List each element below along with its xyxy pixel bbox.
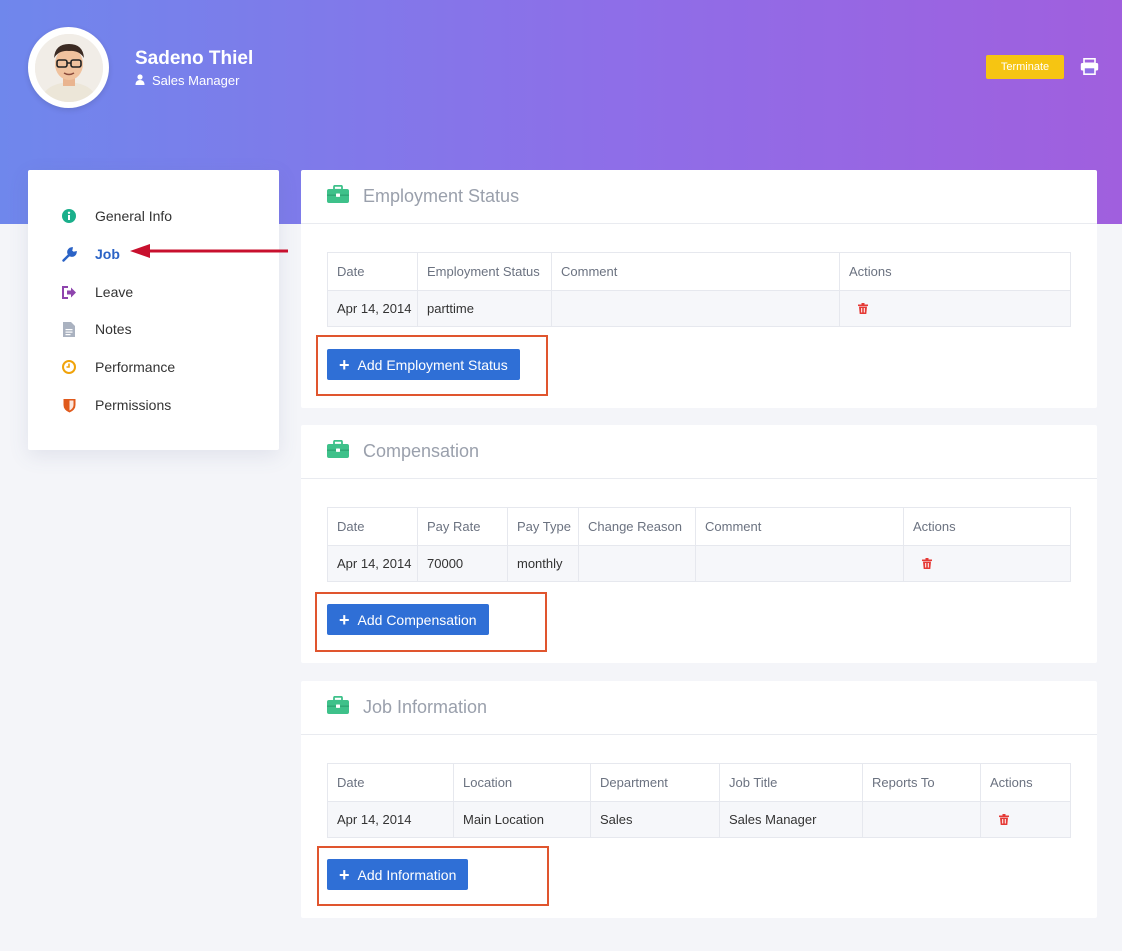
column-header: Comment	[695, 507, 904, 546]
sidebar-item-general-info[interactable]: General Info	[60, 204, 172, 228]
compensation-table: Date Pay Rate Pay Type Change Reason Com…	[327, 507, 1071, 582]
column-header: Actions	[839, 252, 1071, 291]
sidebar-item-label: Job	[95, 246, 120, 262]
profile-role-label: Sales Manager	[152, 73, 240, 88]
terminate-button[interactable]: Terminate	[986, 55, 1064, 79]
cell-actions	[839, 290, 1071, 327]
sidebar-item-performance[interactable]: Performance	[60, 355, 175, 379]
add-employment-status-button[interactable]: + Add Employment Status	[327, 349, 520, 380]
card-title: Compensation	[363, 441, 480, 461]
cell-employment-status: parttime	[417, 290, 552, 327]
compensation-card: Compensation Date Pay Rate Pay Type Chan…	[301, 425, 1097, 663]
sidebar-item-label: General Info	[95, 208, 173, 224]
cell-change-reason	[578, 545, 696, 582]
plus-icon: +	[339, 354, 350, 375]
sidebar-item-job[interactable]: Job	[60, 242, 120, 266]
button-label: Add Information	[357, 866, 457, 883]
column-header: Pay Type	[507, 507, 579, 546]
briefcase-icon	[327, 184, 349, 208]
column-header: Location	[453, 763, 591, 802]
trash-icon[interactable]	[999, 813, 1009, 828]
column-header: Date	[327, 507, 418, 546]
cell-actions	[980, 801, 1071, 838]
column-header: Pay Rate	[417, 507, 508, 546]
shield-icon	[60, 396, 78, 414]
column-header: Actions	[980, 763, 1071, 802]
add-compensation-button[interactable]: + Add Compensation	[327, 604, 489, 635]
cell-date: Apr 14, 2014	[327, 290, 418, 327]
plus-icon: +	[339, 864, 350, 885]
cell-comment	[551, 290, 840, 327]
column-header: Actions	[903, 507, 1071, 546]
trash-icon[interactable]	[858, 302, 868, 317]
print-icon[interactable]	[1080, 58, 1099, 80]
sidebar-item-label: Leave	[95, 284, 134, 300]
column-header: Reports To	[862, 763, 981, 802]
trash-icon[interactable]	[922, 557, 932, 572]
card-header: Employment Status	[301, 170, 1097, 224]
table-row: Apr 14, 2014 Main Location Sales Sales M…	[327, 801, 1071, 838]
card-header: Job Information	[301, 681, 1097, 735]
clock-icon	[60, 358, 78, 376]
cell-pay-type: monthly	[507, 545, 579, 582]
cell-job-title: Sales Manager	[719, 801, 863, 838]
cell-actions	[903, 545, 1071, 582]
briefcase-icon	[327, 695, 349, 719]
employment-status-table: Date Employment Status Comment Actions A…	[327, 252, 1071, 327]
sign-out-icon	[60, 283, 78, 301]
sidebar-item-label: Notes	[95, 321, 132, 337]
plus-icon: +	[339, 609, 350, 630]
table-row: Apr 14, 2014 parttime	[327, 290, 1071, 327]
sidebar: General Info Job Leave Notes Performance…	[28, 170, 279, 450]
cell-comment	[695, 545, 904, 582]
info-icon	[60, 207, 78, 225]
avatar	[28, 27, 109, 108]
column-header: Department	[590, 763, 720, 802]
wrench-icon	[60, 245, 78, 263]
column-header: Comment	[551, 252, 840, 291]
button-label: Add Employment Status	[357, 356, 508, 373]
column-header: Date	[327, 763, 454, 802]
sidebar-item-leave[interactable]: Leave	[60, 280, 133, 304]
column-header: Change Reason	[578, 507, 696, 546]
briefcase-icon	[327, 439, 349, 463]
button-label: Add Compensation	[357, 611, 477, 628]
table-row: Apr 14, 2014 70000 monthly	[327, 545, 1071, 582]
cell-date: Apr 14, 2014	[327, 801, 454, 838]
user-icon	[135, 73, 145, 88]
profile-role: Sales Manager	[135, 73, 239, 88]
sidebar-item-label: Permissions	[95, 397, 172, 413]
profile-name: Sadeno Thiel	[135, 48, 254, 69]
cell-location: Main Location	[453, 801, 591, 838]
sidebar-item-permissions[interactable]: Permissions	[60, 393, 171, 417]
cell-reports-to	[862, 801, 981, 838]
cell-pay-rate: 70000	[417, 545, 508, 582]
job-information-card: Job Information Date Location Department…	[301, 681, 1097, 918]
avatar-illustration	[34, 33, 103, 102]
sidebar-item-notes[interactable]: Notes	[60, 317, 132, 341]
cell-department: Sales	[590, 801, 720, 838]
sidebar-item-label: Performance	[95, 359, 176, 375]
pointer-arrow	[130, 244, 288, 258]
card-title: Employment Status	[363, 186, 520, 206]
document-icon	[60, 320, 78, 338]
card-header: Compensation	[301, 425, 1097, 479]
column-header: Date	[327, 252, 418, 291]
employment-status-card: Employment Status Date Employment Status…	[301, 170, 1097, 408]
card-title: Job Information	[363, 697, 488, 717]
column-header: Job Title	[719, 763, 863, 802]
job-information-table: Date Location Department Job Title Repor…	[327, 763, 1071, 838]
add-information-button[interactable]: + Add Information	[327, 859, 469, 890]
column-header: Employment Status	[417, 252, 552, 291]
cell-date: Apr 14, 2014	[327, 545, 418, 582]
